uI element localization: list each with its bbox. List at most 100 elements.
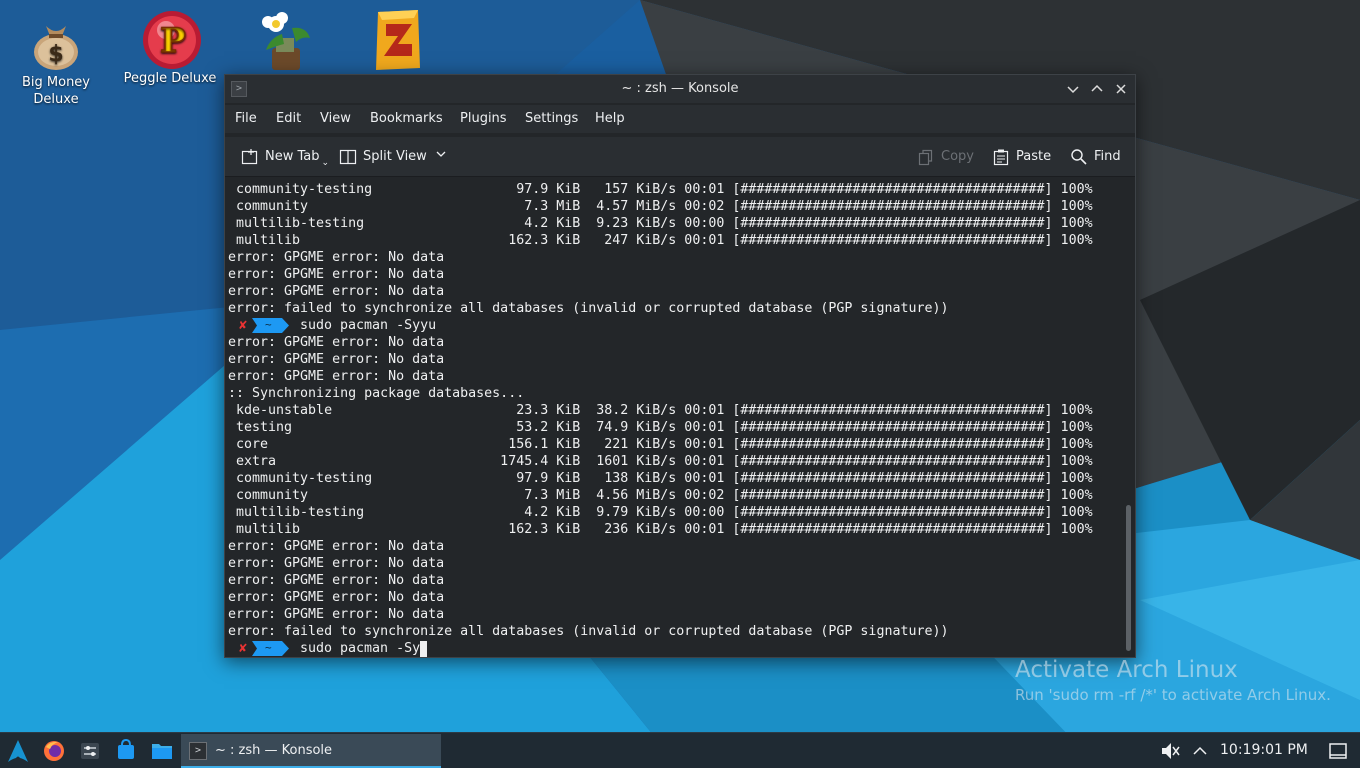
terminal-line: error: GPGME error: No data bbox=[228, 556, 445, 571]
find-label: Find bbox=[1094, 149, 1121, 164]
tray-expand-icon bbox=[1193, 746, 1207, 755]
find-button[interactable]: Find bbox=[1070, 147, 1121, 167]
terminal-line: :: Synchronizing package databases... bbox=[228, 386, 525, 401]
application-launcher[interactable] bbox=[0, 733, 36, 768]
copy-icon bbox=[917, 148, 935, 166]
prompt-directory-segment: ~ bbox=[252, 641, 290, 656]
menu-settings[interactable]: Settings bbox=[525, 111, 578, 126]
window-titlebar[interactable]: > ~ : zsh — Konsole bbox=[225, 75, 1135, 103]
chevron-up-icon bbox=[1091, 84, 1103, 92]
svg-text:P: P bbox=[160, 21, 186, 61]
terminal-scrollbar[interactable] bbox=[1121, 181, 1135, 657]
terminal-line: error: GPGME error: No data bbox=[228, 590, 445, 605]
terminal-line: community 7.3 MiB 4.57 MiB/s 00:02 [####… bbox=[228, 199, 1093, 214]
paste-icon bbox=[992, 148, 1010, 166]
terminal-line: error: GPGME error: No data bbox=[228, 607, 445, 622]
menu-file[interactable]: File bbox=[235, 111, 257, 126]
new-tab-icon bbox=[241, 148, 259, 166]
tray-expand-button[interactable] bbox=[1188, 733, 1224, 768]
system-settings-launcher[interactable] bbox=[72, 733, 108, 768]
terminal-line: error: failed to synchronize all databas… bbox=[228, 624, 949, 639]
desktop-icon-peggle[interactable]: P Peggle Deluxe bbox=[120, 8, 220, 87]
file-manager-icon bbox=[152, 744, 172, 759]
desktop-icon-label: Deluxe bbox=[33, 92, 79, 107]
new-tab-label: New Tab bbox=[265, 149, 320, 164]
menu-help[interactable]: Help bbox=[595, 111, 625, 126]
desktop-icon-label: Peggle Deluxe bbox=[123, 71, 217, 86]
terminal-line: multilib-testing 4.2 KiB 9.23 KiB/s 00:0… bbox=[228, 216, 1093, 231]
desktop-icon-label: Big Money bbox=[21, 75, 90, 90]
zuma-icon bbox=[368, 8, 424, 72]
terminal-line: error: GPGME error: No data bbox=[228, 250, 445, 265]
search-icon bbox=[1070, 148, 1088, 166]
task-konsole[interactable]: > ~ : zsh — Konsole bbox=[181, 734, 441, 768]
prompt-directory-segment: ~ bbox=[252, 318, 290, 333]
terminal-line: multilib-testing 4.2 KiB 9.79 KiB/s 00:0… bbox=[228, 505, 1093, 520]
terminal-line: community-testing 97.9 KiB 138 KiB/s 00:… bbox=[228, 471, 1093, 486]
terminal-line: error: failed to synchronize all databas… bbox=[228, 301, 949, 316]
maximize-button[interactable] bbox=[1087, 79, 1107, 99]
prompt-command: sudo pacman -Sy bbox=[300, 641, 421, 656]
plants-vs-zombies-icon bbox=[256, 8, 312, 72]
terminal-line: community-testing 97.9 KiB 157 KiB/s 00:… bbox=[228, 182, 1093, 197]
new-tab-button[interactable]: New Tab ⌄ bbox=[241, 147, 329, 168]
file-manager-launcher[interactable] bbox=[144, 733, 180, 768]
konsole-window[interactable]: > ~ : zsh — Konsole File Edit View Bookm… bbox=[224, 74, 1136, 658]
close-button[interactable] bbox=[1111, 79, 1131, 99]
activation-title: Activate Arch Linux bbox=[1015, 657, 1238, 683]
terminal-line: core 156.1 KiB 221 KiB/s 00:01 [########… bbox=[228, 437, 1093, 452]
terminal-line: kde-unstable 23.3 KiB 38.2 KiB/s 00:01 [… bbox=[228, 403, 1093, 418]
terminal-line: extra 1745.4 KiB 1601 KiB/s 00:01 [#####… bbox=[228, 454, 1093, 469]
scrollbar-thumb[interactable] bbox=[1126, 505, 1131, 651]
desktop-icon-plants-vs-zombies[interactable] bbox=[234, 8, 334, 74]
desktop-icon-zuma[interactable] bbox=[346, 8, 446, 74]
show-desktop-icon bbox=[1329, 743, 1347, 759]
peggle-icon: P bbox=[142, 8, 201, 72]
task-label: ~ : zsh — Konsole bbox=[215, 743, 333, 758]
split-view-button[interactable]: Split View bbox=[339, 147, 447, 167]
shell-prompt: ✘ ~ sudo pacman -Syyu bbox=[228, 317, 1121, 334]
menu-edit[interactable]: Edit bbox=[276, 111, 301, 126]
text-cursor bbox=[420, 640, 428, 657]
terminal-line: error: GPGME error: No data bbox=[228, 267, 445, 282]
menu-bookmarks[interactable]: Bookmarks bbox=[370, 111, 443, 126]
svg-text:$: $ bbox=[48, 42, 63, 67]
arch-menu-icon bbox=[8, 740, 28, 762]
minimize-button[interactable] bbox=[1063, 79, 1083, 99]
copy-button[interactable]: Copy bbox=[917, 147, 974, 167]
shell-prompt[interactable]: ✘ ~ sudo pacman -Sy bbox=[228, 640, 1121, 657]
terminal-line: multilib 162.3 KiB 236 KiB/s 00:01 [####… bbox=[228, 522, 1093, 537]
terminal-line: error: GPGME error: No data bbox=[228, 539, 445, 554]
paste-button[interactable]: Paste bbox=[992, 147, 1051, 167]
firefox-launcher[interactable] bbox=[36, 733, 72, 768]
volume-muted-icon bbox=[1162, 743, 1180, 759]
taskbar: > ~ : zsh — Konsole 10:19:01 PM bbox=[0, 732, 1360, 768]
system-settings-icon bbox=[81, 743, 99, 759]
close-icon bbox=[1116, 84, 1126, 94]
error-status-icon: ✘ bbox=[239, 318, 247, 333]
discover-launcher[interactable] bbox=[108, 733, 144, 768]
menu-plugins[interactable]: Plugins bbox=[460, 111, 507, 126]
money-bag-icon: $ bbox=[28, 12, 84, 72]
new-tab-menu-arrow-icon: ⌄ bbox=[321, 158, 330, 168]
menu-view[interactable]: View bbox=[320, 111, 351, 126]
prompt-directory: ~ bbox=[265, 318, 272, 331]
paste-label: Paste bbox=[1016, 149, 1052, 164]
menu-bar: File Edit View Bookmarks Plugins Setting… bbox=[225, 105, 1135, 133]
prompt-directory: ~ bbox=[265, 641, 272, 654]
terminal-line: error: GPGME error: No data bbox=[228, 284, 445, 299]
chevron-down-icon bbox=[1067, 86, 1079, 94]
desktop-icon-big-money[interactable]: $ Big Money Deluxe bbox=[6, 12, 106, 108]
split-view-icon bbox=[339, 148, 357, 166]
terminal-icon: > bbox=[189, 742, 207, 760]
terminal-line: error: GPGME error: No data bbox=[228, 335, 445, 350]
terminal-line: error: GPGME error: No data bbox=[228, 352, 445, 367]
clock[interactable]: 10:19:01 PM bbox=[1220, 742, 1308, 758]
firefox-icon bbox=[44, 741, 64, 761]
show-desktop-button[interactable] bbox=[1324, 733, 1360, 768]
chevron-down-icon bbox=[435, 147, 447, 167]
terminal-line: error: GPGME error: No data bbox=[228, 369, 445, 384]
terminal-line: testing 53.2 KiB 74.9 KiB/s 00:01 [#####… bbox=[228, 420, 1093, 435]
terminal-output[interactable]: community-testing 97.9 KiB 157 KiB/s 00:… bbox=[225, 181, 1121, 657]
prompt-command: sudo pacman -Syyu bbox=[300, 318, 437, 333]
